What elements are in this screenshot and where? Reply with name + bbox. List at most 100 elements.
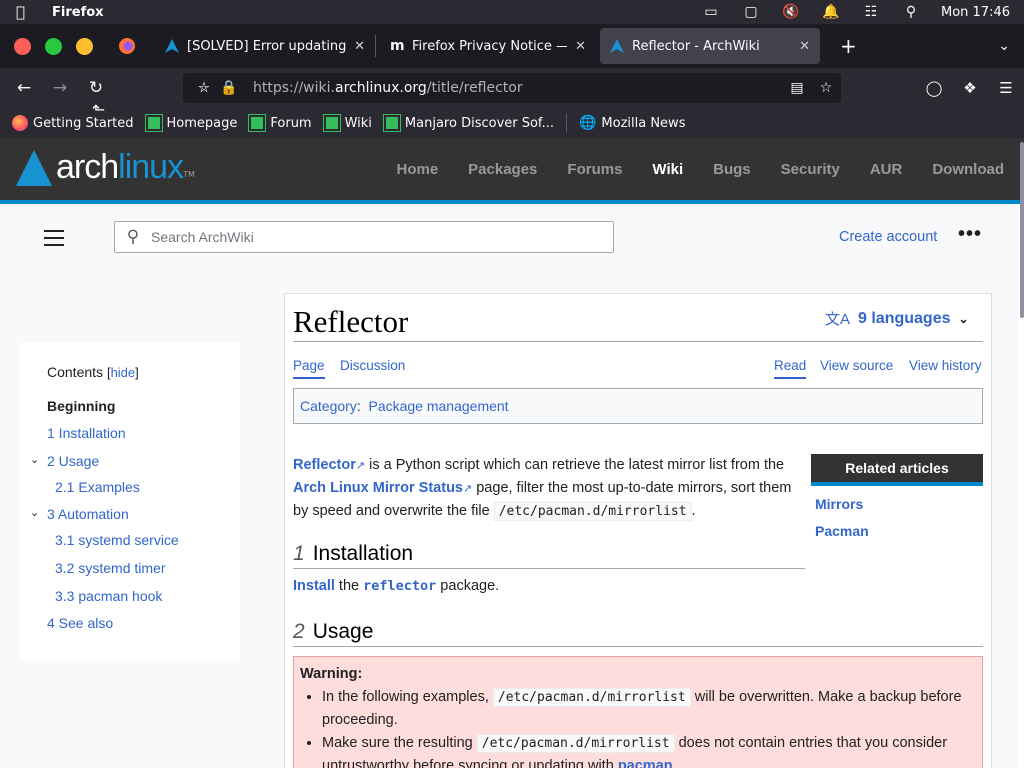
translate-icon: 文A: [825, 311, 851, 328]
apple-menu-icon[interactable]: : [16, 3, 34, 21]
language-selector[interactable]: 文A 9 languages ⌄: [825, 308, 969, 329]
mute-icon[interactable]: 🔇: [771, 4, 811, 20]
logo-trademark: TM: [183, 170, 195, 179]
arch-triangle-icon: [16, 149, 52, 186]
main-menu-hamburger-icon[interactable]: [44, 230, 64, 251]
tab-read[interactable]: Read: [774, 358, 807, 379]
tab-firefox-privacy[interactable]: m Firefox Privacy Notice — M ✕: [380, 28, 596, 64]
more-options-icon[interactable]: •••: [958, 223, 982, 246]
screen-mirror-icon[interactable]: ▢: [731, 4, 771, 20]
title-divider: [293, 341, 983, 342]
tab-close-icon[interactable]: ✕: [799, 39, 810, 54]
bookmark-homepage[interactable]: Homepage: [144, 114, 237, 132]
nav-bugs[interactable]: Bugs: [713, 161, 751, 178]
pacman-link[interactable]: pacman: [618, 758, 673, 768]
toc-entry-automation[interactable]: 3 Automation: [47, 506, 129, 522]
bookmark-wiki[interactable]: Wiki: [322, 114, 372, 132]
tab-title: Reflector - ArchWiki: [632, 38, 760, 54]
forward-arrow-icon[interactable]: →: [42, 78, 78, 98]
related-link-mirrors[interactable]: Mirrors: [815, 495, 983, 513]
tracking-protection-shield-icon[interactable]: ⛦: [191, 80, 217, 96]
url-bar[interactable]: ⛦ 🔒 https://wiki.archlinux.org/title/ref…: [183, 73, 841, 103]
create-account-link[interactable]: Create account: [839, 229, 937, 245]
warning-text: In the following examples,: [322, 689, 493, 705]
tab-title: [SOLVED] Error updating sy: [187, 38, 347, 54]
heading-text: Installation: [312, 542, 414, 565]
table-of-contents: Contents [hide] Beginning 1 Installation…: [20, 342, 240, 660]
scrollbar-thumb[interactable]: [1020, 142, 1024, 318]
nav-security[interactable]: Security: [781, 161, 840, 178]
firefox-view-button[interactable]: [113, 37, 141, 55]
extensions-puzzle-icon[interactable]: ❖: [952, 79, 988, 97]
manjaro-favicon-icon: [322, 114, 341, 132]
category-value-link[interactable]: Package management: [368, 398, 508, 414]
tab-view-history[interactable]: View history: [909, 358, 982, 373]
lock-icon[interactable]: 🔒: [217, 80, 241, 96]
nav-aur[interactable]: AUR: [870, 161, 903, 178]
tab-reflector-archwiki[interactable]: Reflector - ArchWiki ✕: [600, 28, 820, 64]
tab-discussion[interactable]: Discussion: [340, 358, 405, 373]
url-text[interactable]: https://wiki.archlinux.org/title/reflect…: [253, 80, 523, 96]
battery-icon[interactable]: ▭: [691, 4, 731, 20]
app-menu-name[interactable]: Firefox: [52, 5, 104, 20]
maximize-window-button[interactable]: [45, 37, 62, 55]
close-window-button[interactable]: [14, 37, 31, 55]
tab-view-source[interactable]: View source: [820, 358, 893, 373]
list-item: Make sure the resulting /etc/pacman.d/mi…: [322, 732, 976, 768]
bookmark-manjaro-discover[interactable]: Manjaro Discover Sof...: [382, 114, 554, 132]
nav-download[interactable]: Download: [932, 161, 1004, 178]
toc-entry-see-also[interactable]: 4 See also: [47, 615, 113, 631]
chevron-down-icon[interactable]: ⌄: [30, 453, 39, 466]
archlinux-logo[interactable]: archlinux TM: [16, 148, 195, 187]
toc-entry-beginning[interactable]: Beginning: [47, 398, 115, 414]
reload-icon[interactable]: ↻: [78, 78, 114, 98]
toc-entry-systemd-service[interactable]: 3.1 systemd service: [55, 532, 179, 548]
mirror-status-external-link[interactable]: Arch Linux Mirror Status: [293, 480, 463, 496]
tab-page[interactable]: Page: [293, 358, 325, 379]
app-menu-hamburger-icon[interactable]: ☰: [988, 79, 1024, 97]
toc-entry-examples[interactable]: 2.1 Examples: [55, 479, 140, 495]
nav-wiki[interactable]: Wiki: [652, 161, 683, 178]
tab-solved-error[interactable]: [SOLVED] Error updating sy ✕: [155, 28, 375, 64]
reflector-package-link[interactable]: reflector: [363, 578, 436, 594]
related-articles-box: Related articles Mirrors Pacman: [811, 454, 983, 540]
toc-hide-link[interactable]: hide: [111, 365, 136, 380]
bookmark-star-icon[interactable]: ☆: [811, 80, 841, 96]
notification-bell-icon[interactable]: 🔔: [811, 4, 851, 20]
tab-close-icon[interactable]: ✕: [354, 39, 365, 54]
toc-entry-usage[interactable]: 2 Usage: [47, 453, 99, 469]
page-title: Reflector: [293, 304, 409, 339]
toc-entry-pacman-hook[interactable]: 3.3 pacman hook: [55, 588, 162, 604]
bookmark-forum[interactable]: Forum: [248, 114, 312, 132]
page-scrollbar[interactable]: [1018, 138, 1024, 768]
toc-hide-toggle[interactable]: [hide]: [107, 365, 139, 380]
pocket-icon[interactable]: ◯: [916, 79, 952, 97]
list-item: In the following examples, /etc/pacman.d…: [322, 686, 976, 732]
related-link-pacman[interactable]: Pacman: [815, 522, 983, 540]
reflector-external-link[interactable]: Reflector: [293, 457, 356, 473]
nav-home[interactable]: Home: [396, 161, 438, 178]
inline-code: /etc/pacman.d/mirrorlist: [492, 688, 691, 707]
reader-view-icon[interactable]: ▤: [783, 80, 811, 96]
bookmark-getting-started[interactable]: Getting Started: [12, 115, 134, 131]
install-link[interactable]: Install: [293, 578, 335, 594]
nav-forums[interactable]: Forums: [567, 161, 622, 178]
nav-packages[interactable]: Packages: [468, 161, 537, 178]
new-tab-plus-icon[interactable]: +: [840, 34, 857, 58]
logo-text: archlinux: [56, 148, 184, 187]
search-input[interactable]: ⚲ Search ArchWiki: [114, 221, 614, 253]
external-link-icon: ↗: [463, 483, 473, 495]
list-all-tabs-chevron-icon[interactable]: ⌄: [998, 38, 1010, 54]
control-center-icon[interactable]: ☷: [851, 4, 891, 20]
bookmark-mozilla-news[interactable]: 🌐 Mozilla News: [579, 115, 686, 131]
minimize-window-button[interactable]: [76, 37, 93, 55]
category-label-link[interactable]: Category: [300, 398, 357, 414]
tab-close-icon[interactable]: ✕: [575, 39, 586, 54]
back-arrow-icon[interactable]: ←: [6, 78, 42, 98]
spotlight-search-icon[interactable]: ⚲: [891, 4, 931, 20]
bookmark-label: Manjaro Discover Sof...: [404, 115, 554, 131]
menubar-clock[interactable]: Mon 17:46: [941, 5, 1010, 20]
toc-entry-installation[interactable]: 1 Installation: [47, 425, 126, 441]
toc-entry-systemd-timer[interactable]: 3.2 systemd timer: [55, 560, 165, 576]
chevron-down-icon[interactable]: ⌄: [30, 506, 39, 519]
